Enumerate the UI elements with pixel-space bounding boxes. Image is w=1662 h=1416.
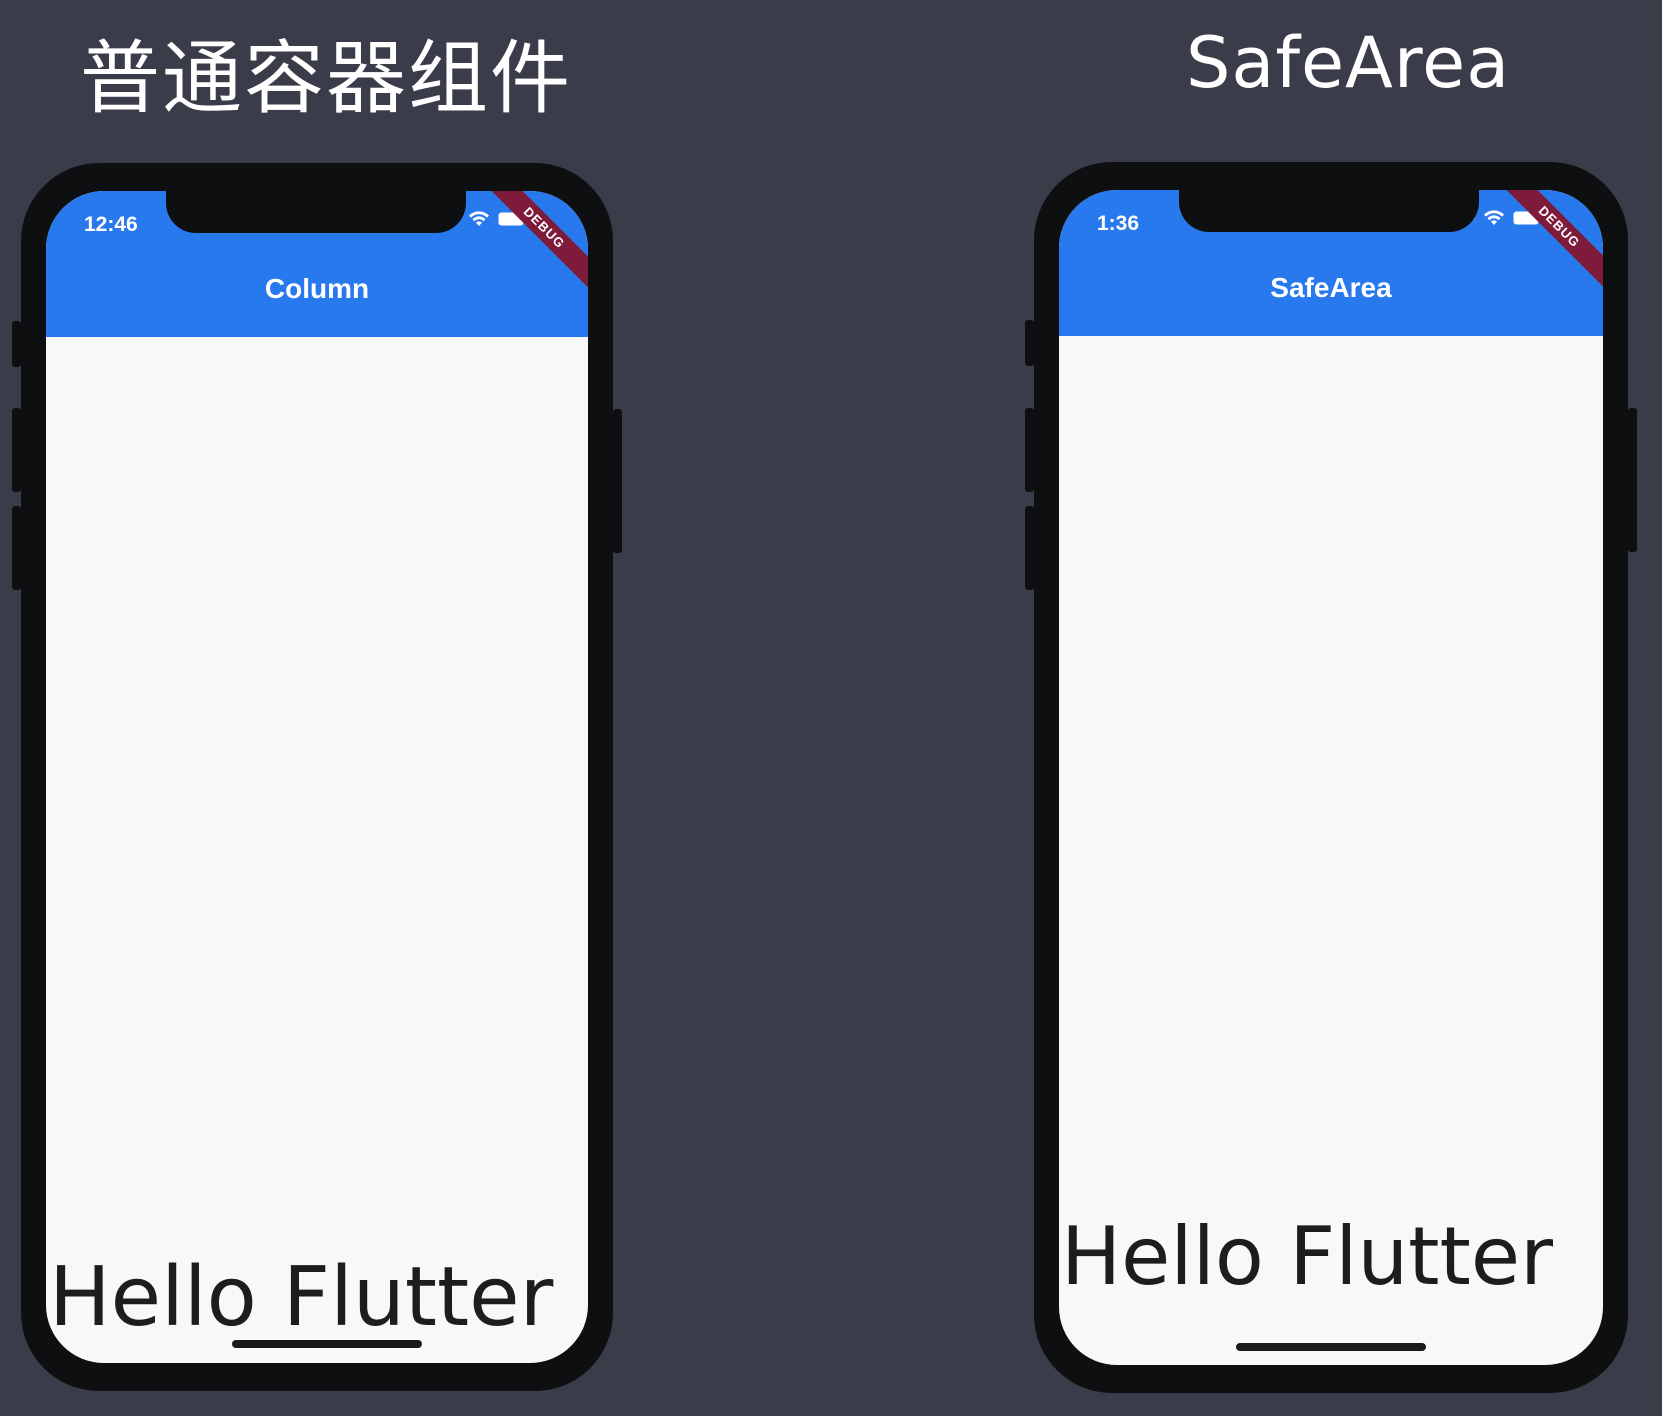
debug-banner: DEBUG xyxy=(468,191,588,311)
volume-down-button xyxy=(1025,506,1034,590)
debug-banner: DEBUG xyxy=(1483,190,1603,310)
caption-safearea: SafeArea xyxy=(1186,22,1511,104)
notch xyxy=(1179,190,1479,232)
notch xyxy=(166,191,466,233)
status-time: 1:36 xyxy=(1097,212,1140,235)
volume-up-button xyxy=(1025,408,1034,492)
status-time: 12:46 xyxy=(84,213,138,236)
screen-right: 1:36 SafeArea DEBUG Hello Flutter xyxy=(1059,190,1603,1365)
volume-down-button xyxy=(12,506,21,590)
debug-banner-label: DEBUG xyxy=(479,191,588,293)
hello-text: Hello Flutter xyxy=(49,1250,554,1345)
phone-frame-left: 12:46 Column DEBUG Hello Flutter xyxy=(12,163,622,1391)
home-indicator[interactable] xyxy=(232,1340,422,1348)
silent-switch xyxy=(12,321,21,367)
screen-left: 12:46 Column DEBUG Hello Flutter xyxy=(46,191,588,1363)
home-indicator[interactable] xyxy=(1236,1343,1426,1351)
caption-common-container: 普通容器组件 xyxy=(80,32,572,125)
power-button xyxy=(1628,408,1637,552)
debug-banner-label: DEBUG xyxy=(1494,190,1603,292)
phone-frame-right: 1:36 SafeArea DEBUG Hello Flutter xyxy=(1025,162,1637,1393)
volume-up-button xyxy=(12,408,21,492)
silent-switch xyxy=(1025,320,1034,366)
hello-text: Hello Flutter xyxy=(1061,1210,1553,1303)
power-button xyxy=(613,409,622,553)
